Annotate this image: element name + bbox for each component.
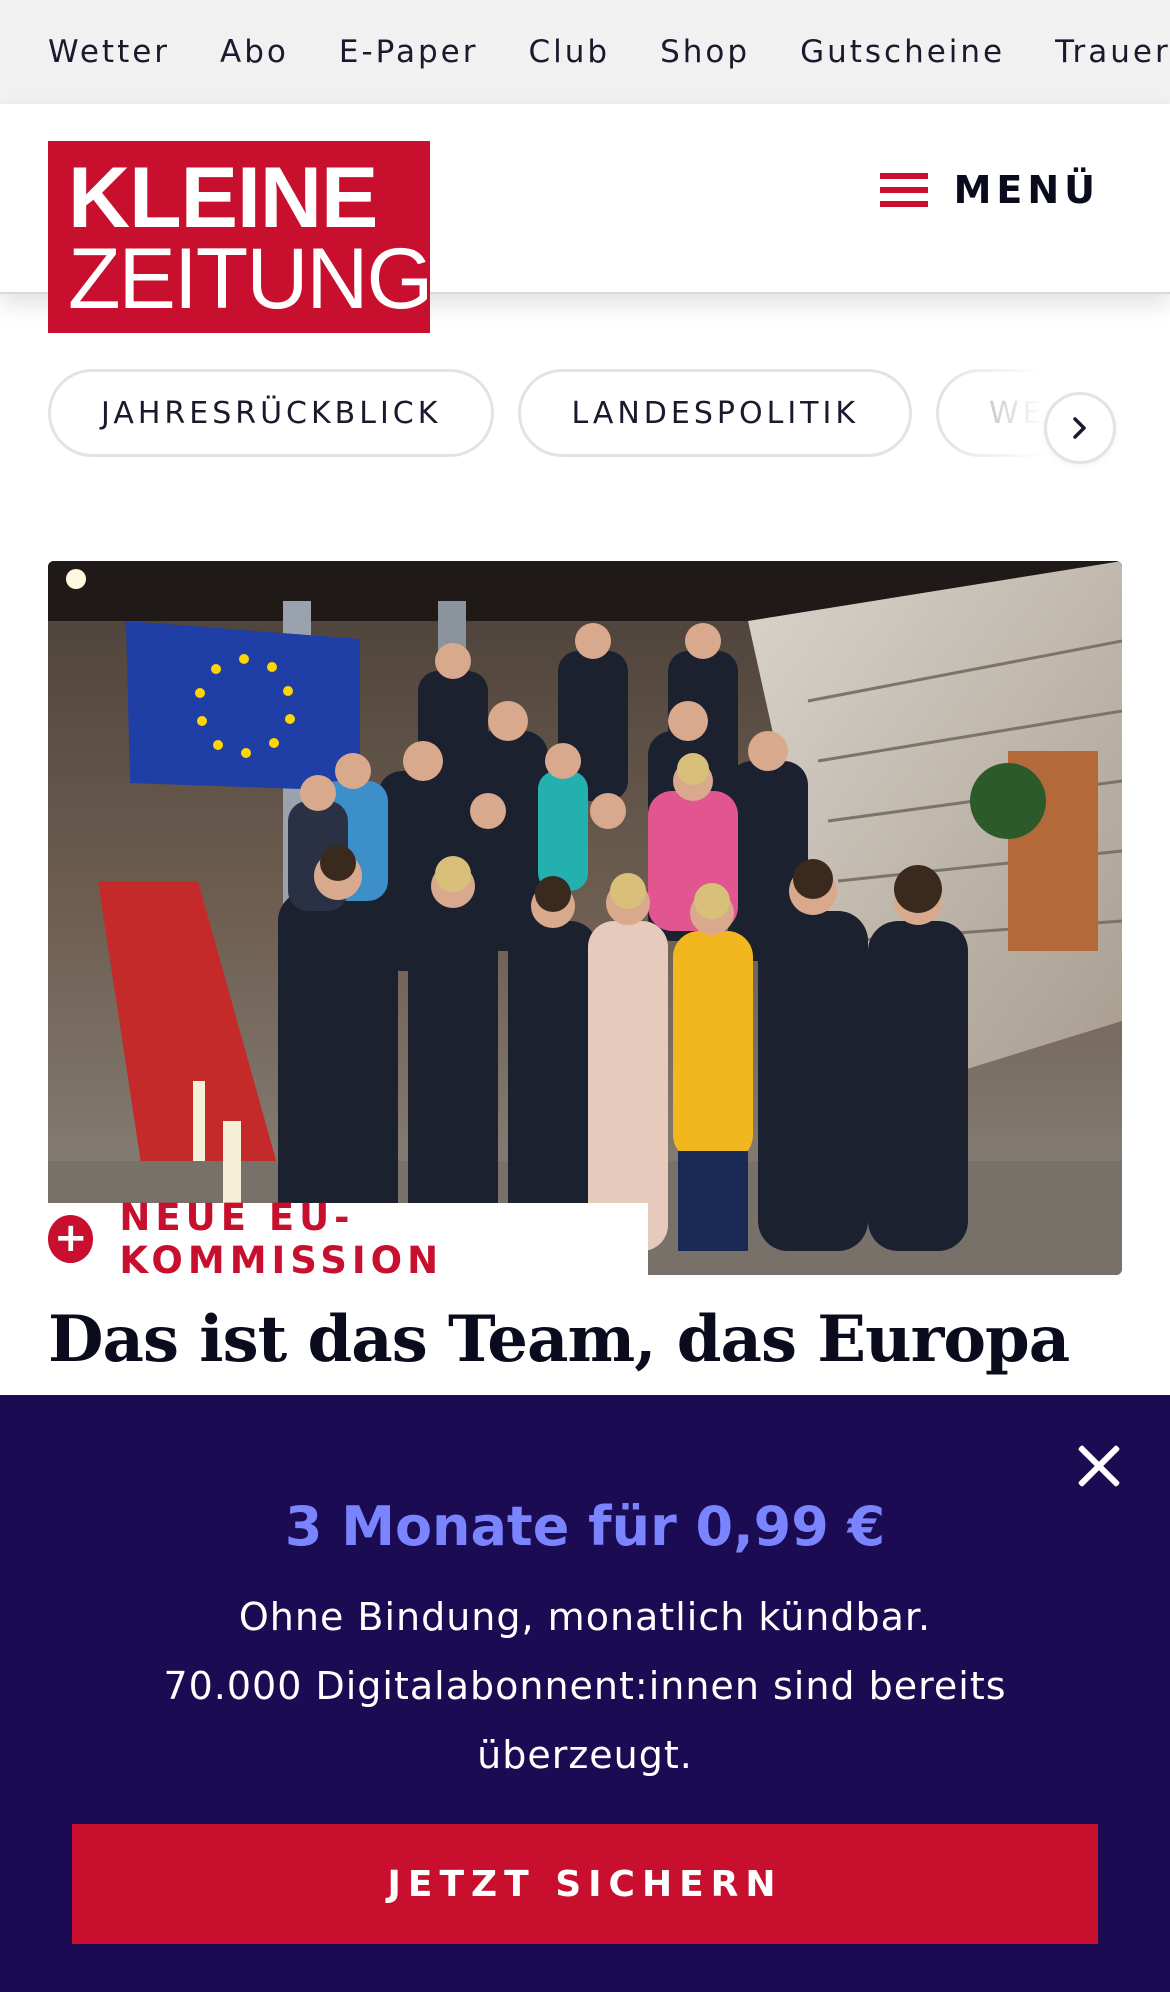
menu-label: MENÜ — [953, 168, 1100, 212]
pill-jahresrueckblick[interactable]: JAHRESRÜCKBLICK — [48, 369, 495, 457]
offer-line-2: 70.000 Digitalabonnent:innen sind bereit… — [163, 1664, 1007, 1708]
menu-button[interactable]: MENÜ — [879, 168, 1100, 212]
site-header: KLEINE ZEITUNG MENÜ — [0, 104, 1170, 333]
nav-link-trauerportal[interactable]: Trauerportal — [1055, 34, 1170, 70]
nav-link-club[interactable]: Club — [528, 34, 610, 70]
utility-nav: Wetter Abo E-Paper Club Shop Gutscheine … — [0, 0, 1170, 104]
kicker-text: NEUE EU-KOMMISSION — [119, 1196, 444, 1282]
hamburger-icon — [879, 173, 928, 207]
nav-link-abo[interactable]: Abo — [220, 34, 289, 70]
jetzt-sichern-button[interactable]: JETZT SICHERN — [72, 1824, 1098, 1944]
kleine-zeitung-logo[interactable]: KLEINE ZEITUNG — [48, 141, 433, 333]
offer-line-3: überzeugt. — [477, 1733, 693, 1777]
offer-line-1: Ohne Bindung, monatlich kündbar. — [238, 1595, 932, 1639]
group-photo-illustration — [48, 561, 1122, 1275]
offer-headline: 3 Monate für 0,99 € — [284, 1495, 886, 1558]
pills-next-button[interactable] — [1044, 392, 1116, 464]
logo-line-2: ZEITUNG — [68, 231, 433, 327]
logo-line-1: KLEINE — [68, 150, 378, 246]
nav-link-epaper[interactable]: E-Paper — [339, 34, 479, 70]
close-icon[interactable] — [1076, 1443, 1122, 1489]
article-kicker[interactable]: + NEUE EU-KOMMISSION — [48, 1196, 648, 1282]
subscription-overlay: 3 Monate für 0,99 € Ohne Bindung, monatl… — [0, 1395, 1170, 1992]
nav-link-wetter[interactable]: Wetter — [48, 34, 170, 70]
article-headline[interactable]: Das ist das Team, das Europa — [48, 1300, 1122, 1380]
plus-circle-icon: + — [48, 1215, 94, 1263]
nav-link-shop[interactable]: Shop — [660, 34, 750, 70]
article-hero-image[interactable] — [48, 561, 1122, 1275]
nav-link-gutscheine[interactable]: Gutscheine — [800, 34, 1005, 70]
pill-landespolitik[interactable]: LANDESPOLITIK — [518, 369, 913, 457]
chevron-right-icon — [1073, 417, 1086, 439]
